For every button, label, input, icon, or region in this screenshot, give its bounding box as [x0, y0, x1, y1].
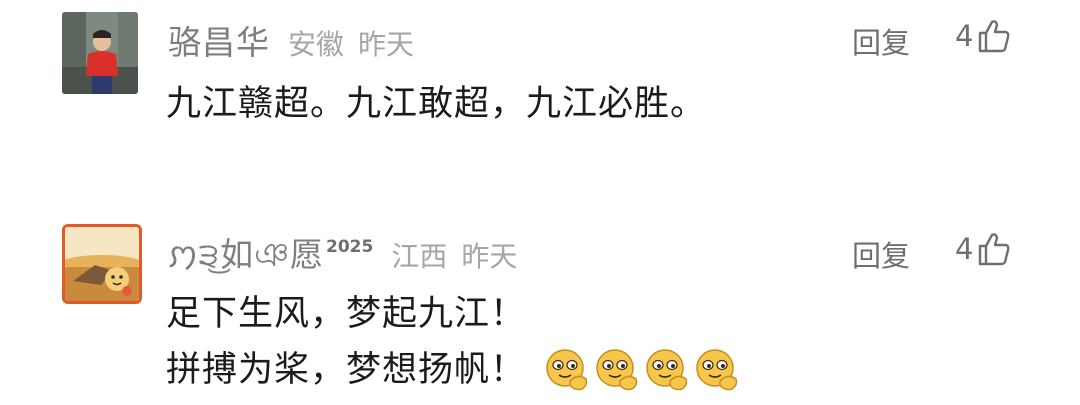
year-badge: 2025: [326, 237, 374, 257]
rub-hands-emoji-icon: [596, 349, 638, 391]
rub-hands-emoji-icon: [546, 349, 588, 391]
username[interactable]: 骆昌华: [168, 16, 270, 64]
like-button[interactable]: 4: [955, 18, 1011, 54]
like-button[interactable]: 4: [955, 231, 1011, 267]
comment-line-with-emoji: 拼搏为桨，梦想扬帆！: [166, 342, 744, 398]
comment-line-text: 拼搏为桨，梦想扬帆！: [166, 350, 527, 390]
person-photo-avatar-icon: [62, 12, 138, 94]
location-label: 安徽: [288, 28, 345, 61]
like-count: 4: [955, 19, 974, 53]
thumbs-up-icon: [979, 20, 1010, 53]
thumbs-up-icon: [979, 233, 1010, 266]
comment-text: 足下生风，梦起九江！ 拼搏为桨，梦想扬帆！: [166, 286, 744, 398]
avatar[interactable]: [62, 12, 138, 94]
sunset-dog-avatar-icon: [65, 227, 139, 301]
comment-line: 足下生风，梦起九江！: [166, 294, 527, 334]
avatar[interactable]: [62, 224, 142, 304]
timestamp: 昨天: [358, 28, 415, 61]
timestamp: 昨天: [461, 240, 518, 273]
comment-header: 骆昌华 安徽 昨天: [168, 16, 414, 62]
comment-item: 骆昌华 安徽 昨天 回复 4 九江赣超。九江敢超，九江必胜。: [0, 0, 1080, 190]
comment-text: 九江赣超。九江敢超，九江必胜。: [166, 76, 706, 132]
reply-button[interactable]: 回复: [852, 20, 910, 62]
username[interactable]: ꩀ੩͜如ঞ愿: [168, 228, 324, 285]
emoji-row: [544, 347, 744, 393]
comment-header: ꩀ੩͜如ঞ愿 2025 江西 昨天: [168, 228, 517, 274]
like-count: 4: [955, 232, 974, 266]
reply-button[interactable]: 回复: [852, 233, 910, 275]
location-label: 江西: [391, 240, 448, 273]
rub-hands-emoji-icon: [646, 349, 688, 391]
comment-item: ꩀ੩͜如ঞ愿 2025 江西 昨天 回复 4 足下生风，梦起九江！ 拼搏为桨，梦…: [0, 200, 1080, 405]
comment-line: 九江赣超。九江敢超，九江必胜。: [166, 84, 707, 124]
rub-hands-emoji-icon: [696, 349, 738, 391]
